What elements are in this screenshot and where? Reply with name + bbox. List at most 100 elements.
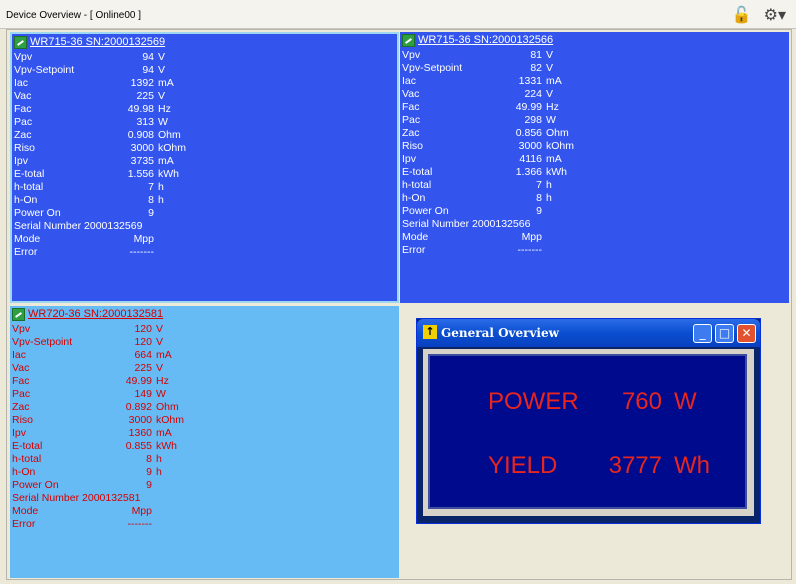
value-unit: V — [158, 51, 166, 63]
value-number: 664 — [134, 349, 152, 361]
device-panel-1[interactable]: WR715-36 SN:2000132569 Vpv 94 V Vpv-Setpoin… — [10, 32, 399, 303]
value-label: Vpv — [12, 323, 31, 335]
value-unit: V — [546, 49, 554, 61]
value-unit: h — [546, 192, 552, 204]
error-label: Error — [402, 244, 426, 256]
value-number: 3735 — [130, 155, 154, 167]
value-label: Riso — [402, 140, 424, 152]
error-label: Error — [14, 246, 38, 258]
device-panel-3[interactable]: WR720-36 SN:2000132581 Vpv 120 V Vpv-Setpoi… — [10, 306, 399, 578]
value-number: 8 — [148, 194, 154, 206]
value-label: Vac — [12, 362, 30, 374]
general-overview-title: General Overview — [441, 326, 559, 340]
value-number: 0.892 — [125, 401, 152, 413]
value-number: 225 — [136, 90, 154, 102]
value-number: 313 — [136, 116, 154, 128]
device-name-link[interactable]: WR715-36 SN:2000132569 — [30, 36, 165, 48]
value-number: 49.99 — [515, 101, 542, 113]
value-unit: W — [546, 114, 556, 126]
value-unit: kWh — [156, 440, 177, 452]
value-label: Vac — [402, 88, 420, 100]
value-number: 94 — [142, 64, 154, 76]
value-unit: Hz — [158, 103, 171, 115]
value-unit: V — [158, 64, 166, 76]
value-unit: h — [158, 194, 164, 206]
value-label: h-total — [14, 181, 44, 193]
serial: Serial Number 2000132581 — [12, 492, 141, 504]
value-number: 49.99 — [125, 375, 152, 387]
value-number: 8 — [536, 192, 542, 204]
error-value: ------- — [127, 518, 152, 530]
error-value: ------- — [129, 246, 154, 258]
power-value: 760 — [621, 388, 662, 415]
value-number: 9 — [536, 205, 542, 217]
value-unit: Ohm — [546, 127, 569, 139]
value-number: 49.98 — [127, 103, 154, 115]
value-number: 225 — [134, 362, 152, 374]
value-unit: mA — [158, 77, 174, 89]
value-label: Iac — [14, 77, 29, 89]
value-label: h-On — [14, 194, 38, 206]
value-label: Vpv-Setpoint — [12, 336, 73, 348]
yield-unit: Wh — [674, 452, 710, 479]
value-number: 120 — [134, 336, 152, 348]
device-header: WR715-36 SN:2000132566 — [402, 33, 553, 47]
device-name-link[interactable]: WR715-36 SN:2000132566 — [418, 34, 553, 46]
value-number: 149 — [134, 388, 152, 400]
value-label: Ipv — [12, 427, 27, 439]
value-number: 9 — [146, 479, 152, 491]
value-label: h-On — [402, 192, 426, 204]
value-label: h-total — [12, 453, 42, 465]
value-number: 1.366 — [515, 166, 542, 178]
mode-value: Mpp — [131, 505, 152, 517]
value-label: Vpv — [402, 49, 421, 61]
value-label: h-total — [402, 179, 432, 191]
device-panel-2[interactable]: WR715-36 SN:2000132566 Vpv 81 V Vpv-Setpoin… — [400, 32, 789, 303]
value-number: 224 — [524, 88, 542, 100]
value-label: E-total — [12, 440, 43, 452]
value-number: 82 — [530, 62, 542, 74]
value-label: h-On — [12, 466, 36, 478]
value-unit: kOhm — [158, 142, 187, 154]
error-value: ------- — [517, 244, 542, 256]
value-label: Pac — [14, 116, 33, 128]
mode-value: Mpp — [521, 231, 542, 243]
value-unit: V — [156, 336, 164, 348]
value-number: 7 — [536, 179, 542, 191]
value-unit: h — [156, 453, 162, 465]
mode-value: Mpp — [133, 233, 154, 245]
value-label: Riso — [14, 142, 36, 154]
value-number: 9 — [148, 207, 154, 219]
value-number: 81 — [530, 49, 542, 61]
value-label: Power On — [12, 479, 59, 491]
inverter-icon — [402, 33, 415, 47]
value-unit: V — [546, 62, 554, 74]
mode-label: Mode — [12, 505, 39, 517]
value-number: 0.856 — [515, 127, 542, 139]
mode-label: Mode — [14, 233, 41, 245]
value-unit: Ohm — [156, 401, 179, 413]
device-name-link[interactable]: WR720-36 SN:2000132581 — [28, 308, 163, 320]
lock-icon[interactable]: 🔓 — [732, 5, 752, 24]
value-label: Zac — [14, 129, 32, 141]
value-number: 1360 — [128, 427, 152, 439]
minimize-button[interactable]: _ — [693, 324, 712, 343]
arrow-up-icon: ↑ — [423, 325, 437, 339]
power-unit: W — [674, 388, 697, 415]
value-number: 0.908 — [127, 129, 154, 141]
gear-icon[interactable]: ⚙▾ — [764, 5, 786, 24]
value-number: 1.556 — [127, 168, 154, 180]
value-label: E-total — [14, 168, 45, 180]
maximize-button[interactable]: □ — [715, 324, 734, 343]
close-button[interactable]: ✕ — [737, 324, 756, 343]
power-label: POWER — [488, 388, 579, 415]
device-header: WR720-36 SN:2000132581 — [12, 307, 163, 321]
value-unit: mA — [546, 153, 562, 165]
value-label: Ipv — [14, 155, 29, 167]
general-overview-titlebar[interactable]: ↑ General Overview _ □ ✕ — [417, 319, 760, 347]
general-overview-window[interactable]: ↑ General Overview _ □ ✕ POWER 760 W YIE… — [416, 318, 761, 524]
value-number: 3000 — [128, 414, 152, 426]
value-unit: mA — [546, 75, 562, 87]
value-unit: h — [156, 466, 162, 478]
value-number: 298 — [524, 114, 542, 126]
